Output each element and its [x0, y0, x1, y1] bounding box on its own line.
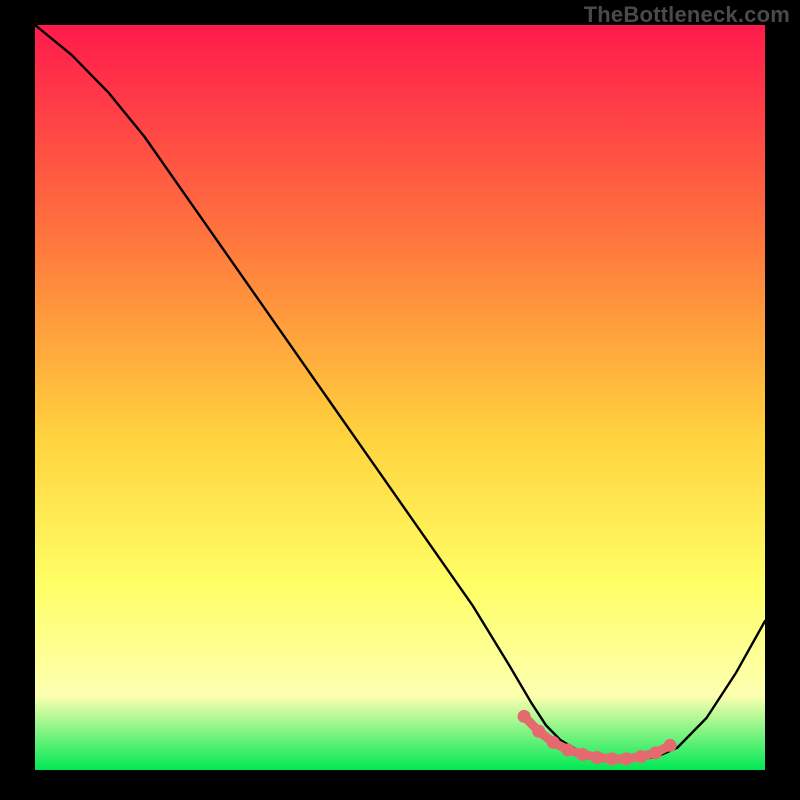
optimal-region-marker [576, 748, 589, 761]
optimal-region-marker [547, 736, 560, 749]
bottleneck-chart [35, 25, 765, 770]
watermark-text: TheBottleneck.com [584, 2, 790, 28]
optimal-region-marker [605, 752, 618, 765]
optimal-region-marker [532, 725, 545, 738]
optimal-region-marker [620, 752, 633, 765]
optimal-region-marker [664, 739, 677, 752]
optimal-region-marker [518, 710, 531, 723]
optimal-region-marker [649, 746, 662, 759]
plot-area [35, 25, 765, 770]
chart-frame: TheBottleneck.com [0, 0, 800, 800]
optimal-region-marker [591, 751, 604, 764]
optimal-region-marker [634, 750, 647, 763]
optimal-region-marker [561, 743, 574, 756]
